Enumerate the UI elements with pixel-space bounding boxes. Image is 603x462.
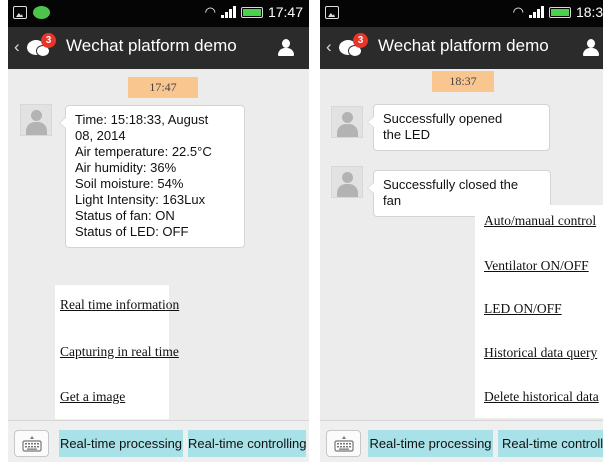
tab-real-time-controlling[interactable]: Real-time controlling [188,430,306,457]
message-bubble: Time: 15:18:33, August 08, 2014 Air temp… [59,105,245,248]
message-line: Air humidity: 36% [75,160,177,175]
message-line: the LED [383,127,430,142]
keyboard-toggle-button[interactable] [326,430,361,457]
message-line: Status of fan: ON [75,208,175,223]
signal-icon [528,6,544,18]
status-bar: ◠ 17:47 [8,0,309,27]
phone-screen-right: ◠ 18:37 ‹ 3 Wechat platform demo 18:37 S… [320,0,603,462]
battery-icon [548,6,571,18]
menu-item-ventilator-on-off[interactable]: Ventilator ON/OFF [484,258,589,274]
tab-real-time-controlling[interactable]: Real-time controlling [498,430,603,457]
bottom-bar: Real-time processing Real-time controlli… [320,420,603,462]
profile-icon[interactable] [583,39,599,57]
profile-icon[interactable] [278,39,294,57]
battery-icon [240,6,263,18]
chat-icon [33,6,50,19]
notification-badge: 3 [353,33,368,48]
menu-item-auto-manual-control[interactable]: Auto/manual control [484,213,596,229]
keyboard-toggle-button[interactable] [14,430,49,457]
image-icon [325,6,339,19]
menu-item-capturing-in-real-time[interactable]: Capturing in real time [60,344,179,360]
menu-item-get-a-image[interactable]: Get a image [60,389,125,405]
message-bubble: Successfully opened the LED [367,104,550,151]
signal-icon [220,6,236,18]
time-chip: 18:37 [432,71,494,92]
page-title: Wechat platform demo [378,36,549,55]
keyboard-icon [22,436,42,452]
status-bar: ◠ 18:37 [320,0,603,27]
message-line: Air temperature: 22.5°C [75,144,212,159]
menu-item-delete-historical-data[interactable]: Delete historical data [484,389,599,405]
message-line: Time: 15:18:33, August [75,112,209,127]
phone-screen-left: ◠ 17:47 ‹ 3 Wechat platform demo 17:47 T… [8,0,309,462]
status-time: 17:47 [267,4,303,20]
app-logo-icon: 3 [27,33,56,59]
page-title: Wechat platform demo [66,36,237,55]
tab-real-time-processing[interactable]: Real-time processing [368,430,493,457]
wifi-icon: ◠ [204,4,216,19]
avatar [331,166,363,198]
avatar [20,104,52,136]
menu-item-led-on-off[interactable]: LED ON/OFF [484,301,562,317]
message-line: 08, 2014 [75,128,126,143]
notification-badge: 3 [41,33,56,48]
avatar [331,106,363,138]
message-line: Soil moisture: 54% [75,176,184,191]
keyboard-icon [334,436,354,452]
time-chip: 17:47 [128,77,198,98]
bottom-bar: Real-time processing Real-time controlli… [8,420,309,462]
back-chevron-icon[interactable]: ‹ [14,37,20,57]
message-line: Status of LED: OFF [75,224,189,239]
title-bar: ‹ 3 Wechat platform demo [8,27,309,69]
wifi-icon: ◠ [512,4,524,19]
tab-real-time-processing[interactable]: Real-time processing [59,430,183,457]
message-line: Light Intensity: 163Lux [75,192,206,207]
app-logo-icon: 3 [339,33,368,59]
image-icon [13,6,27,19]
menu-item-historical-data-query[interactable]: Historical data query [484,345,597,361]
status-time: 18:37 [575,4,603,20]
back-chevron-icon[interactable]: ‹ [326,37,332,57]
title-bar: ‹ 3 Wechat platform demo [320,27,603,69]
message-line: Successfully closed the [383,177,519,192]
popup-menu: Real time information Capturing in real … [55,285,179,419]
menu-item-real-time-information[interactable]: Real time information [60,297,179,313]
message-line: Successfully opened [383,111,503,126]
popup-menu: Auto/manual control Ventilator ON/OFF LE… [475,205,603,418]
